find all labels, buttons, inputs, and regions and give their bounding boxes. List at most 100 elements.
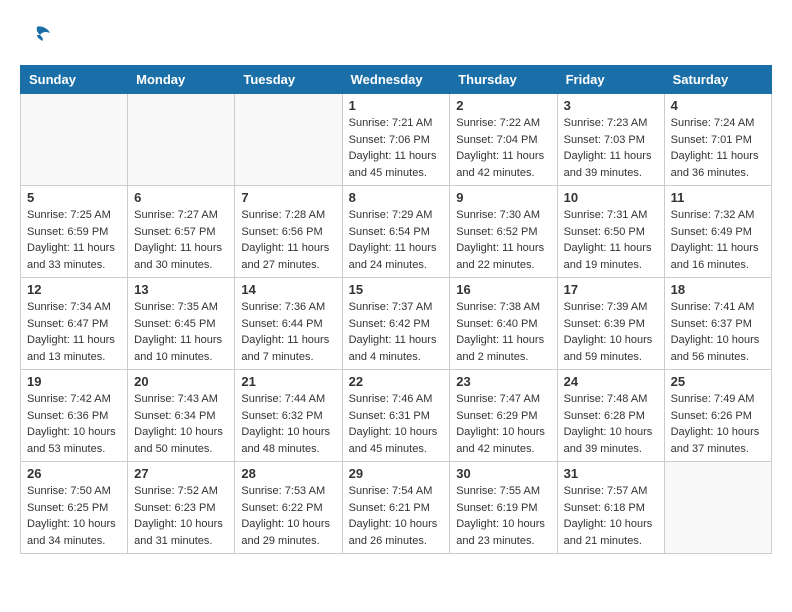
day-info: Sunrise: 7:55 AMSunset: 6:19 PMDaylight:… xyxy=(456,483,550,549)
calendar-day-cell: 25 Sunrise: 7:49 AMSunset: 6:26 PMDayligh… xyxy=(664,370,771,462)
day-info: Sunrise: 7:35 AMSunset: 6:45 PMDaylight:… xyxy=(134,299,228,365)
day-number: 2 xyxy=(456,98,550,113)
day-number: 21 xyxy=(241,374,335,389)
calendar-day-cell: 18 Sunrise: 7:41 AMSunset: 6:37 PMDayligh… xyxy=(664,278,771,370)
page-header xyxy=(20,20,772,55)
day-number: 3 xyxy=(564,98,658,113)
calendar-day-cell: 28Sunrise: 7:53 AMSunset: 6:22 PMDayligh… xyxy=(235,462,342,554)
day-info: Sunrise: 7:42 AMSunset: 6:36 PMDaylight:… xyxy=(27,391,121,457)
day-info: Sunrise: 7:23 AMSunset: 7:03 PMDaylight:… xyxy=(564,115,658,181)
calendar-day-cell: 1 Sunrise: 7:21 AMSunset: 7:06 PMDaylight… xyxy=(342,94,450,186)
day-info: Sunrise: 7:29 AMSunset: 6:54 PMDaylight:… xyxy=(349,207,444,273)
calendar-header-row: SundayMondayTuesdayWednesdayThursdayFrid… xyxy=(21,66,772,94)
day-info: Sunrise: 7:32 AMSunset: 6:49 PMDaylight:… xyxy=(671,207,765,273)
day-number: 25 xyxy=(671,374,765,389)
calendar-day-cell: 29Sunrise: 7:54 AMSunset: 6:21 PMDayligh… xyxy=(342,462,450,554)
calendar-day-cell: 14 Sunrise: 7:36 AMSunset: 6:44 PMDayligh… xyxy=(235,278,342,370)
calendar-day-cell: 30 Sunrise: 7:55 AMSunset: 6:19 PMDayligh… xyxy=(450,462,557,554)
day-info: Sunrise: 7:49 AMSunset: 6:26 PMDaylight:… xyxy=(671,391,765,457)
day-number: 13 xyxy=(134,282,228,297)
calendar-day-cell: 22 Sunrise: 7:46 AMSunset: 6:31 PMDayligh… xyxy=(342,370,450,462)
day-info: Sunrise: 7:25 AMSunset: 6:59 PMDaylight:… xyxy=(27,207,121,273)
calendar-week-row: 26 Sunrise: 7:50 AMSunset: 6:25 PMDayligh… xyxy=(21,462,772,554)
day-number: 12 xyxy=(27,282,121,297)
day-info: Sunrise: 7:24 AMSunset: 7:01 PMDaylight:… xyxy=(671,115,765,181)
calendar-day-cell: 6Sunrise: 7:27 AMSunset: 6:57 PMDaylight… xyxy=(128,186,235,278)
day-info: Sunrise: 7:50 AMSunset: 6:25 PMDaylight:… xyxy=(27,483,121,549)
calendar-day-cell: 20 Sunrise: 7:43 AMSunset: 6:34 PMDayligh… xyxy=(128,370,235,462)
day-number: 18 xyxy=(671,282,765,297)
weekday-header: Tuesday xyxy=(235,66,342,94)
day-info: Sunrise: 7:38 AMSunset: 6:40 PMDaylight:… xyxy=(456,299,550,365)
day-number: 22 xyxy=(349,374,444,389)
day-number: 10 xyxy=(564,190,658,205)
weekday-header: Monday xyxy=(128,66,235,94)
day-info: Sunrise: 7:28 AMSunset: 6:56 PMDaylight:… xyxy=(241,207,335,273)
calendar-day-cell: 19 Sunrise: 7:42 AMSunset: 6:36 PMDayligh… xyxy=(21,370,128,462)
day-info: Sunrise: 7:54 AMSunset: 6:21 PMDaylight:… xyxy=(349,483,444,549)
calendar-day-cell: 11 Sunrise: 7:32 AMSunset: 6:49 PMDayligh… xyxy=(664,186,771,278)
weekday-header: Friday xyxy=(557,66,664,94)
day-number: 15 xyxy=(349,282,444,297)
weekday-header: Thursday xyxy=(450,66,557,94)
day-info: Sunrise: 7:21 AMSunset: 7:06 PMDaylight:… xyxy=(349,115,444,181)
calendar-week-row: 1 Sunrise: 7:21 AMSunset: 7:06 PMDaylight… xyxy=(21,94,772,186)
day-info: Sunrise: 7:43 AMSunset: 6:34 PMDaylight:… xyxy=(134,391,228,457)
day-info: Sunrise: 7:52 AMSunset: 6:23 PMDaylight:… xyxy=(134,483,228,549)
calendar-day-cell: 12Sunrise: 7:34 AMSunset: 6:47 PMDayligh… xyxy=(21,278,128,370)
day-number: 16 xyxy=(456,282,550,297)
day-info: Sunrise: 7:46 AMSunset: 6:31 PMDaylight:… xyxy=(349,391,444,457)
calendar-week-row: 12Sunrise: 7:34 AMSunset: 6:47 PMDayligh… xyxy=(21,278,772,370)
calendar-day-cell: 10 Sunrise: 7:31 AMSunset: 6:50 PMDayligh… xyxy=(557,186,664,278)
day-number: 19 xyxy=(27,374,121,389)
day-info: Sunrise: 7:47 AMSunset: 6:29 PMDaylight:… xyxy=(456,391,550,457)
calendar-day-cell: 15 Sunrise: 7:37 AMSunset: 6:42 PMDayligh… xyxy=(342,278,450,370)
calendar-day-cell: 13 Sunrise: 7:35 AMSunset: 6:45 PMDayligh… xyxy=(128,278,235,370)
calendar-day-cell: 16 Sunrise: 7:38 AMSunset: 6:40 PMDayligh… xyxy=(450,278,557,370)
day-number: 7 xyxy=(241,190,335,205)
calendar-day-cell: 8 Sunrise: 7:29 AMSunset: 6:54 PMDaylight… xyxy=(342,186,450,278)
day-info: Sunrise: 7:39 AMSunset: 6:39 PMDaylight:… xyxy=(564,299,658,365)
calendar-day-cell: 4 Sunrise: 7:24 AMSunset: 7:01 PMDaylight… xyxy=(664,94,771,186)
day-number: 9 xyxy=(456,190,550,205)
day-number: 11 xyxy=(671,190,765,205)
calendar-day-cell: 21 Sunrise: 7:44 AMSunset: 6:32 PMDayligh… xyxy=(235,370,342,462)
calendar-day-cell: 5Sunrise: 7:25 AMSunset: 6:59 PMDaylight… xyxy=(21,186,128,278)
day-number: 24 xyxy=(564,374,658,389)
day-number: 14 xyxy=(241,282,335,297)
day-number: 31 xyxy=(564,466,658,481)
day-info: Sunrise: 7:48 AMSunset: 6:28 PMDaylight:… xyxy=(564,391,658,457)
day-info: Sunrise: 7:27 AMSunset: 6:57 PMDaylight:… xyxy=(134,207,228,273)
day-number: 20 xyxy=(134,374,228,389)
calendar-table: SundayMondayTuesdayWednesdayThursdayFrid… xyxy=(20,65,772,554)
day-number: 26 xyxy=(27,466,121,481)
day-info: Sunrise: 7:41 AMSunset: 6:37 PMDaylight:… xyxy=(671,299,765,365)
calendar-week-row: 5Sunrise: 7:25 AMSunset: 6:59 PMDaylight… xyxy=(21,186,772,278)
day-info: Sunrise: 7:36 AMSunset: 6:44 PMDaylight:… xyxy=(241,299,335,365)
day-info: Sunrise: 7:44 AMSunset: 6:32 PMDaylight:… xyxy=(241,391,335,457)
day-info: Sunrise: 7:31 AMSunset: 6:50 PMDaylight:… xyxy=(564,207,658,273)
calendar-day-cell: 3 Sunrise: 7:23 AMSunset: 7:03 PMDaylight… xyxy=(557,94,664,186)
day-number: 4 xyxy=(671,98,765,113)
weekday-header: Wednesday xyxy=(342,66,450,94)
day-info: Sunrise: 7:57 AMSunset: 6:18 PMDaylight:… xyxy=(564,483,658,549)
day-number: 27 xyxy=(134,466,228,481)
logo xyxy=(20,20,52,55)
calendar-day-cell: 26 Sunrise: 7:50 AMSunset: 6:25 PMDayligh… xyxy=(21,462,128,554)
calendar-day-cell xyxy=(21,94,128,186)
day-info: Sunrise: 7:22 AMSunset: 7:04 PMDaylight:… xyxy=(456,115,550,181)
calendar-day-cell xyxy=(664,462,771,554)
calendar-week-row: 19 Sunrise: 7:42 AMSunset: 6:36 PMDayligh… xyxy=(21,370,772,462)
day-info: Sunrise: 7:53 AMSunset: 6:22 PMDaylight:… xyxy=(241,483,335,549)
calendar-day-cell: 2 Sunrise: 7:22 AMSunset: 7:04 PMDaylight… xyxy=(450,94,557,186)
day-number: 1 xyxy=(349,98,444,113)
calendar-day-cell: 31 Sunrise: 7:57 AMSunset: 6:18 PMDayligh… xyxy=(557,462,664,554)
day-number: 8 xyxy=(349,190,444,205)
calendar-day-cell xyxy=(128,94,235,186)
weekday-header: Sunday xyxy=(21,66,128,94)
day-info: Sunrise: 7:30 AMSunset: 6:52 PMDaylight:… xyxy=(456,207,550,273)
weekday-header: Saturday xyxy=(664,66,771,94)
calendar-day-cell xyxy=(235,94,342,186)
day-number: 30 xyxy=(456,466,550,481)
day-info: Sunrise: 7:37 AMSunset: 6:42 PMDaylight:… xyxy=(349,299,444,365)
